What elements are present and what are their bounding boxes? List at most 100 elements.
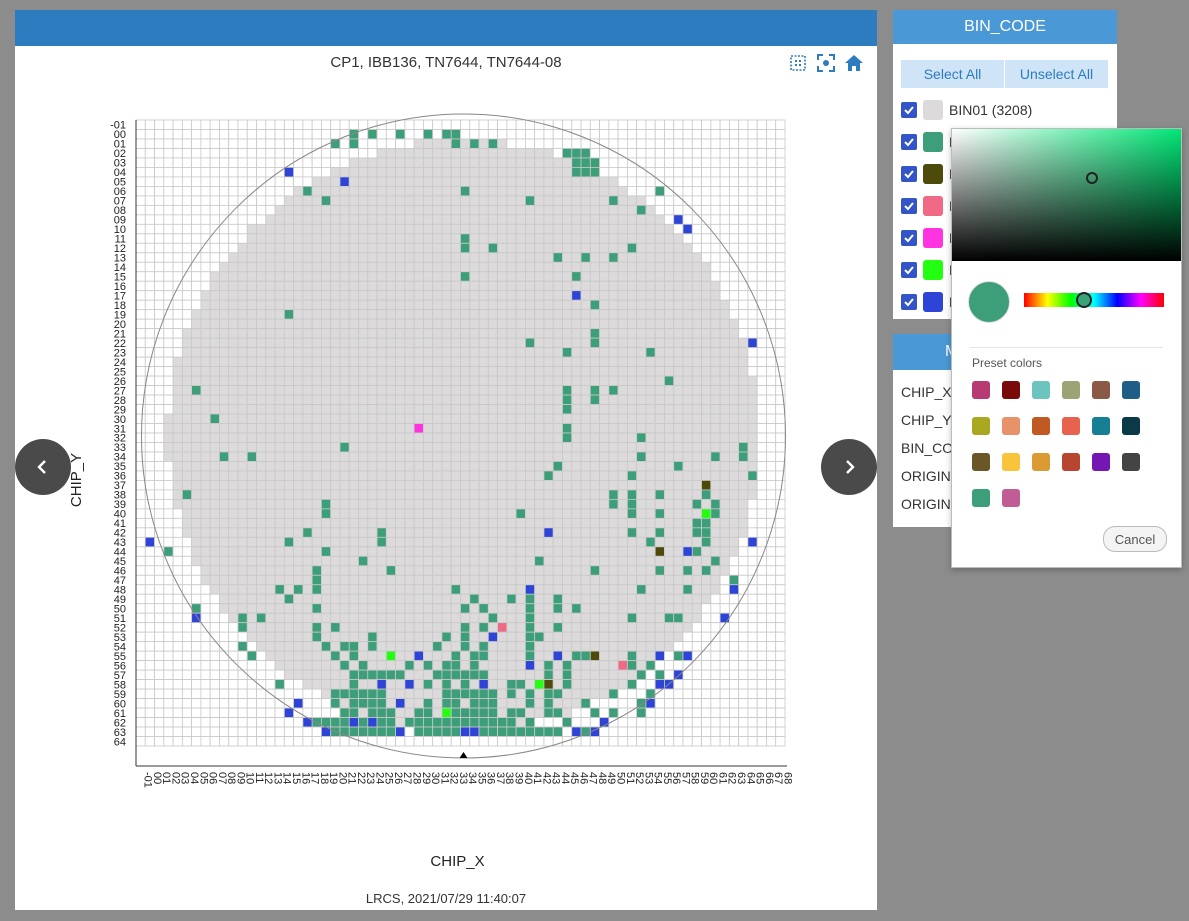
die-cell[interactable] <box>200 261 211 273</box>
die-cell-defect[interactable] <box>571 726 582 737</box>
die-cell[interactable] <box>701 223 712 235</box>
die-cell[interactable] <box>515 650 526 662</box>
die-cell[interactable] <box>497 356 508 367</box>
die-cell[interactable] <box>274 536 285 548</box>
die-cell[interactable] <box>385 517 396 529</box>
die-cell[interactable] <box>728 717 740 728</box>
die-cell[interactable] <box>487 650 498 662</box>
die-cell[interactable] <box>367 517 378 529</box>
die-cell[interactable] <box>228 574 239 586</box>
die-cell[interactable] <box>469 185 480 197</box>
die-cell[interactable] <box>524 129 536 140</box>
die-cell[interactable] <box>404 167 415 178</box>
die-cell-defect[interactable] <box>478 688 489 699</box>
die-cell[interactable] <box>562 631 573 643</box>
die-cell[interactable] <box>339 508 350 519</box>
die-cell[interactable] <box>460 356 471 367</box>
die-cell[interactable] <box>673 185 684 197</box>
die-cell[interactable] <box>478 375 489 386</box>
die-cell[interactable] <box>181 603 193 614</box>
die-cell[interactable] <box>719 223 730 235</box>
die-cell[interactable] <box>728 233 740 244</box>
die-cell[interactable] <box>478 280 489 292</box>
die-cell[interactable] <box>469 394 480 405</box>
die-cell[interactable] <box>376 631 387 643</box>
die-cell[interactable] <box>747 157 758 168</box>
die-cell[interactable] <box>580 622 591 633</box>
die-cell[interactable] <box>738 480 749 491</box>
die-cell[interactable] <box>246 461 257 472</box>
die-cell-defect[interactable] <box>543 707 554 718</box>
die-cell[interactable] <box>283 574 295 586</box>
die-cell[interactable] <box>682 261 693 273</box>
die-cell[interactable] <box>154 660 165 671</box>
die-cell[interactable] <box>460 565 471 576</box>
die-cell-defect[interactable] <box>478 603 489 614</box>
die-cell[interactable] <box>432 442 443 453</box>
die-cell[interactable] <box>552 157 563 168</box>
die-cell[interactable] <box>636 641 647 652</box>
die-cell[interactable] <box>256 318 267 330</box>
die-cell[interactable] <box>599 148 610 159</box>
die-cell[interactable] <box>534 385 545 396</box>
die-cell[interactable] <box>348 432 359 443</box>
die-cell[interactable] <box>311 366 322 377</box>
die-cell[interactable] <box>766 356 777 367</box>
die-cell[interactable] <box>654 413 665 424</box>
die-cell[interactable] <box>311 593 322 605</box>
die-cell[interactable] <box>719 356 730 367</box>
die-cell[interactable] <box>404 498 415 510</box>
die-cell-defect[interactable] <box>330 698 341 709</box>
die-cell[interactable] <box>654 442 665 453</box>
die-cell[interactable] <box>283 404 295 415</box>
die-cell[interactable] <box>395 204 406 216</box>
die-cell[interactable] <box>367 565 378 576</box>
die-cell-defect[interactable] <box>348 650 359 662</box>
die-cell[interactable] <box>246 204 257 216</box>
die-cell[interactable] <box>580 679 591 690</box>
die-cell[interactable] <box>228 214 239 225</box>
die-cell[interactable] <box>302 603 313 614</box>
die-cell[interactable] <box>200 404 211 415</box>
die-cell[interactable] <box>756 290 767 301</box>
die-cell[interactable] <box>237 366 248 377</box>
die-cell[interactable] <box>181 707 193 718</box>
die-cell[interactable] <box>135 157 146 168</box>
die-cell[interactable] <box>664 574 675 586</box>
die-cell[interactable] <box>497 736 508 747</box>
die-cell[interactable] <box>691 736 702 747</box>
die-cell[interactable] <box>181 650 193 662</box>
die-cell[interactable] <box>645 385 656 396</box>
die-cell[interactable] <box>710 185 721 197</box>
die-cell[interactable] <box>450 252 461 263</box>
die-cell[interactable] <box>181 574 193 586</box>
die-cell[interactable] <box>552 214 563 225</box>
die-cell[interactable] <box>200 252 211 263</box>
die-cell[interactable] <box>246 299 257 311</box>
die-cell[interactable] <box>691 584 702 595</box>
die-cell-defect[interactable] <box>534 726 545 737</box>
die-cell[interactable] <box>580 347 591 358</box>
die-cell[interactable] <box>626 148 638 159</box>
die-cell[interactable] <box>552 641 563 652</box>
die-cell[interactable] <box>395 404 406 415</box>
die-cell[interactable] <box>673 736 684 747</box>
die-cell[interactable] <box>348 546 359 557</box>
die-cell[interactable] <box>645 423 656 434</box>
die-cell[interactable] <box>265 157 276 168</box>
die-cell[interactable] <box>497 385 508 396</box>
die-cell[interactable] <box>497 129 508 140</box>
die-cell[interactable] <box>404 404 415 415</box>
die-cell[interactable] <box>524 167 536 178</box>
die-cell[interactable] <box>460 650 471 662</box>
die-cell[interactable] <box>478 318 489 330</box>
die-cell[interactable] <box>497 347 508 358</box>
die-cell[interactable] <box>144 299 155 311</box>
die-cell-defect[interactable] <box>432 726 443 737</box>
die-cell[interactable] <box>172 660 183 671</box>
die-cell-defect[interactable] <box>534 679 545 690</box>
die-cell[interactable] <box>358 233 369 244</box>
die-cell[interactable] <box>636 565 647 576</box>
die-cell[interactable] <box>636 593 647 605</box>
die-cell[interactable] <box>682 517 693 529</box>
